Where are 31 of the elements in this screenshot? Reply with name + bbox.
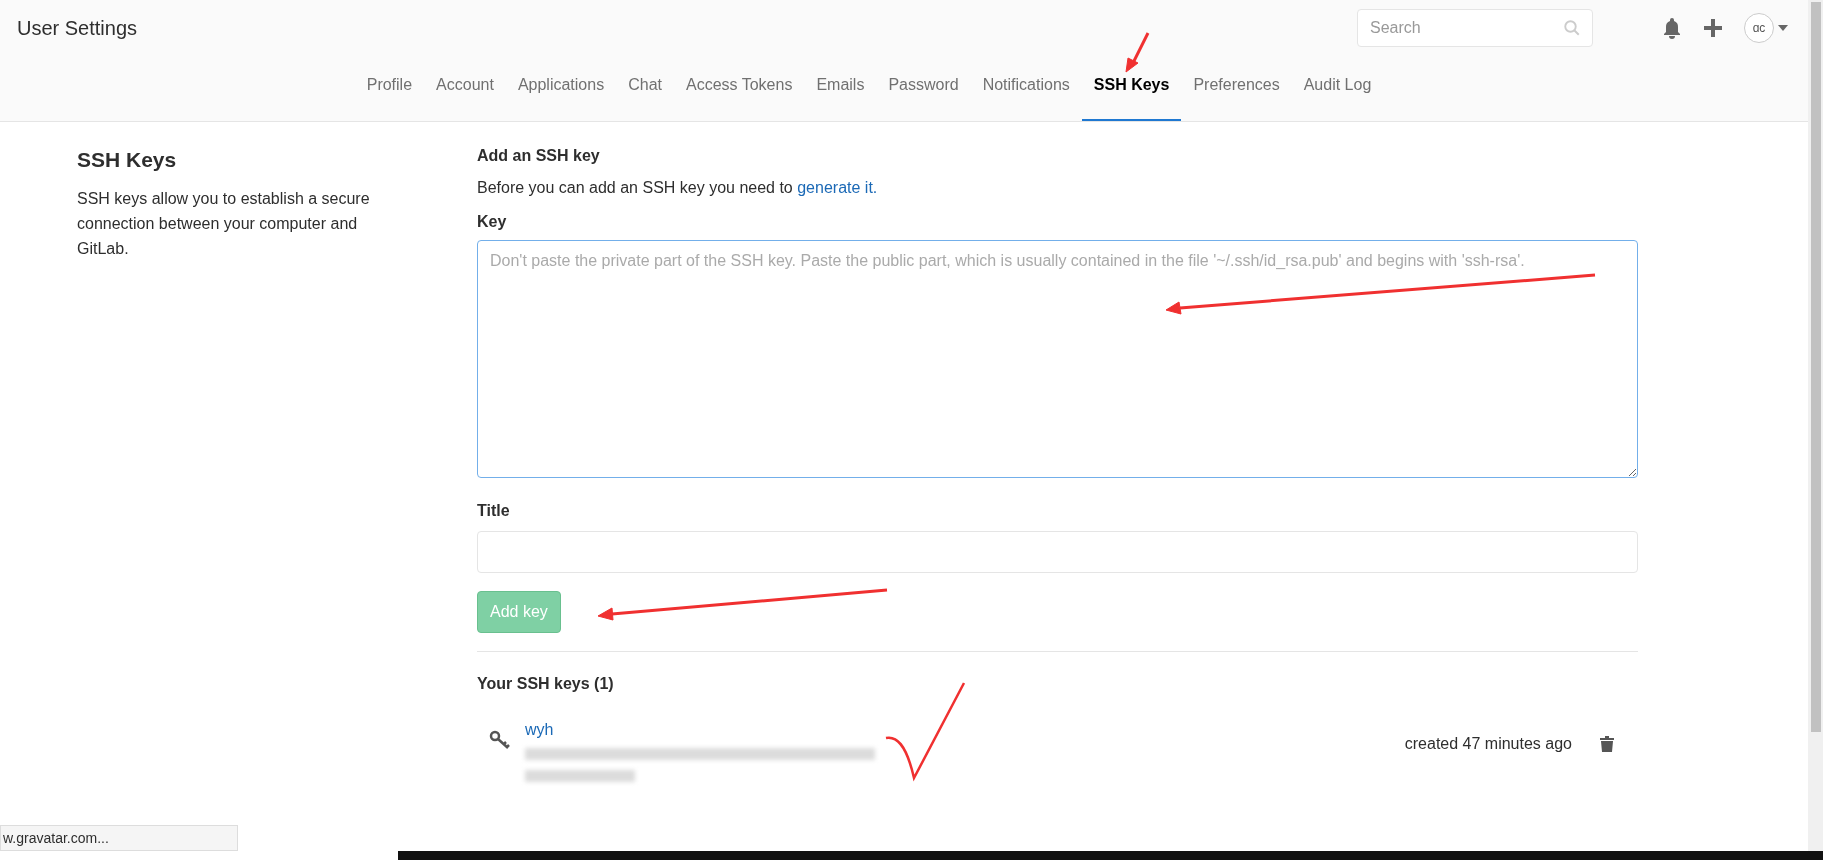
settings-tab[interactable]: Chat <box>616 55 674 121</box>
section-description: SSH keys allow you to establish a secure connection between your computer and GitLab. <box>77 188 371 259</box>
keys-heading: Your SSH keys (1) <box>477 674 615 694</box>
created-time: created 47 minutes ago <box>1404 734 1572 754</box>
generate-link[interactable]: generate it. <box>797 179 878 196</box>
settings-tab[interactable]: Applications <box>505 55 617 121</box>
settings-tab[interactable]: Profile <box>354 55 425 121</box>
title-label: Title <box>477 501 511 521</box>
plus-icon[interactable] <box>1704 18 1722 37</box>
annotation-arrow <box>1125 32 1150 73</box>
key-icon <box>489 730 511 750</box>
form-note: Before you can add an SSH key you need to generate it. <box>477 178 879 198</box>
settings-tab[interactable]: Password <box>876 55 971 121</box>
search-icon <box>1563 18 1581 37</box>
search-field[interactable]: Search <box>1357 8 1593 47</box>
settings-tab[interactable]: Emails <box>804 55 877 121</box>
settings-tab[interactable]: Account <box>424 55 506 121</box>
settings-tab[interactable]: Audit Log <box>1291 55 1384 121</box>
status-bubble: w.gravatar.com... <box>0 825 238 851</box>
settings-tab[interactable]: Access Tokens <box>673 55 805 121</box>
bell-icon[interactable] <box>1662 16 1682 39</box>
settings-tab[interactable]: Preferences <box>1181 55 1292 121</box>
page-title: User Settings <box>17 15 138 41</box>
form-heading: Add an SSH key <box>477 146 601 166</box>
trash-icon[interactable] <box>1600 736 1614 752</box>
key-title-link[interactable]: wyh <box>525 718 875 742</box>
caret-icon <box>1778 24 1788 31</box>
key-field[interactable]: Don't paste the private part of the SSH key. Paste the public part, which is usually contained in the file '~/.ssh/id_rsa.pub' and begins with 'ssh-rsa'. <box>477 240 1638 478</box>
section-heading: SSH Keys <box>77 147 178 173</box>
settings-tab[interactable]: Notifications <box>970 55 1082 121</box>
key-label: Key <box>477 212 508 232</box>
